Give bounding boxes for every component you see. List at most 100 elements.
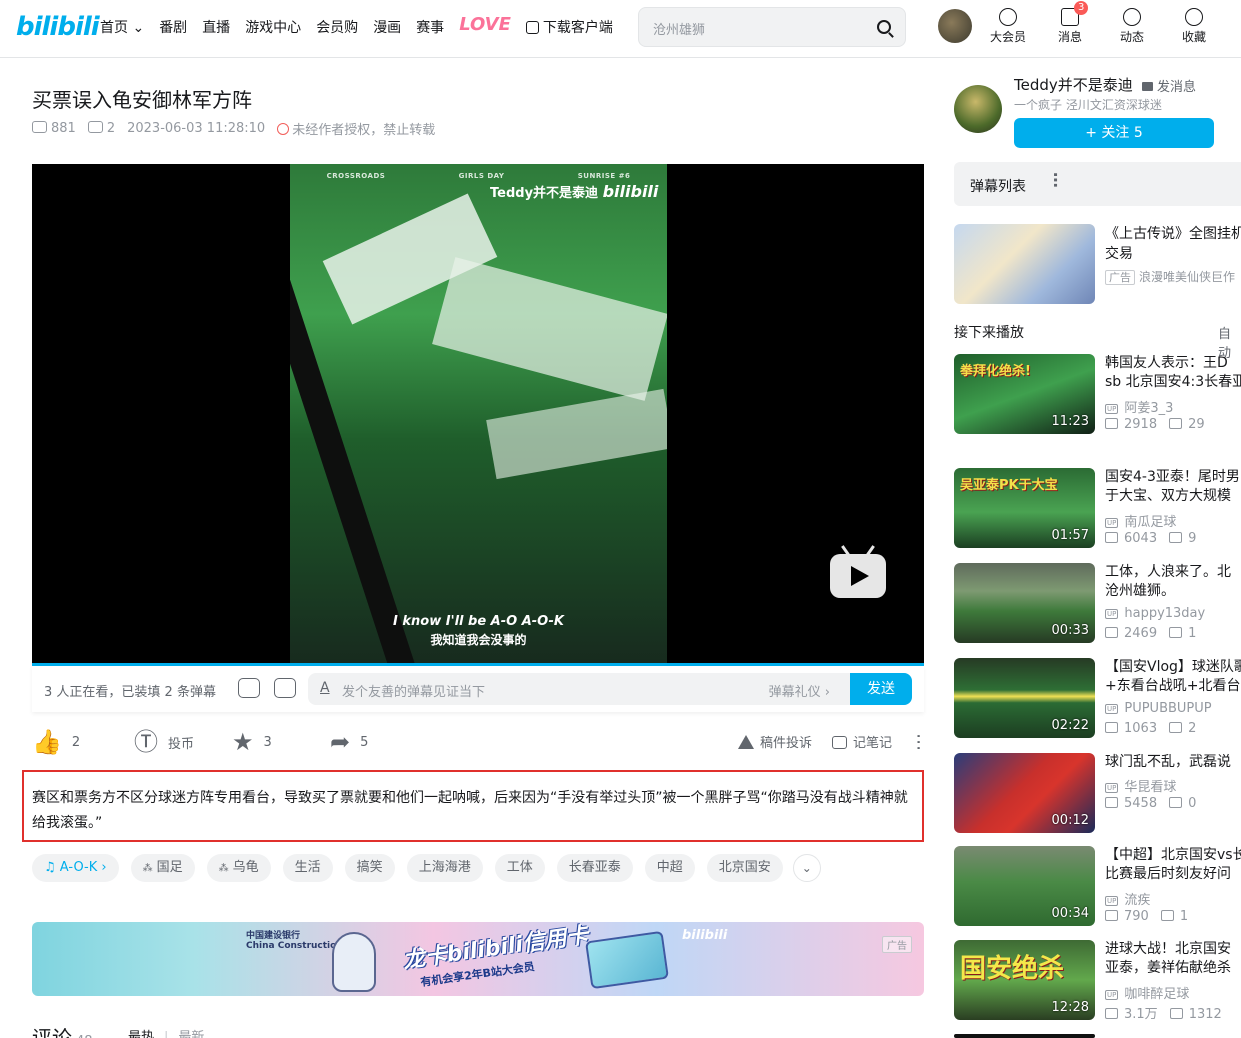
list-item[interactable]: 国安绝杀 12:28 进球大战！北京国安 亚泰，姜祥佑献绝杀 UP 咖啡醉足球 3.… (954, 940, 1241, 1022)
nav-live[interactable]: 直播 (202, 17, 230, 37)
uploader-name[interactable]: Teddy并不是泰迪 (1014, 74, 1133, 95)
danmaku-list-panel[interactable]: 弹幕列表 ⋯ (954, 162, 1241, 206)
header-message[interactable]: 3 消息 (1050, 1, 1090, 45)
list-item[interactable]: 拳拜化绝杀! 11:23 韩国友人表示：王D sb 北京国安4:3长春亚 UP 阿姜… (954, 354, 1241, 434)
tag-music[interactable]: ♫ A-O-K › (32, 854, 119, 882)
search-box[interactable]: 沧州雄狮 (638, 7, 906, 47)
header-favorite[interactable]: 收藏 (1174, 6, 1214, 45)
tag-item[interactable]: 长春亚泰 (556, 854, 633, 882)
like-button[interactable]: 👍 2 (32, 728, 80, 756)
up-name[interactable]: UP PUPUBBUPUP (1105, 701, 1212, 716)
header-right-menu: 大会员 3消息 动态 收藏 历史 (988, 1, 1241, 45)
video-stats: 790 1 (1105, 909, 1188, 924)
nav-match[interactable]: 赛事 (416, 17, 444, 37)
more-icon[interactable]: ⋯ (908, 733, 929, 751)
tag-item[interactable]: 中超 (644, 854, 695, 882)
play-count-icon (1105, 418, 1118, 429)
play-count-icon (1105, 1008, 1118, 1019)
danmaku-input-box[interactable]: A 发个友善的弹幕见证当下 弹幕礼仪 › 发送 (308, 673, 912, 705)
up-name[interactable]: UP 华昆看球 (1105, 776, 1176, 795)
topic-icon: ⁂ (142, 863, 153, 874)
danmaku-bar: 3 人正在看，已装填 2 条弹幕 A 发个友善的弹幕见证当下 弹幕礼仪 › 发送 (32, 666, 924, 712)
notes-button[interactable]: 记笔记 (831, 732, 892, 751)
list-item[interactable]: 02:22 【国安Vlog】球迷队歌 +东看台战吼+北看台 UP PUPUBBUP… (954, 658, 1241, 738)
favorite-button[interactable]: ★ 3 (232, 728, 272, 756)
search-icon[interactable] (877, 20, 891, 34)
up-name[interactable]: UP 流疾 (1105, 889, 1150, 908)
next-play-heading: 接下来播放 (954, 325, 1024, 341)
list-item[interactable]: 吴亚泰PK于大宝 01:57 国安4-3亚泰！尾时男 于大宝、双方大规模 UP 南瓜… (954, 468, 1241, 548)
play-count-icon (1105, 722, 1118, 733)
more-icon[interactable]: ⋯ (1046, 172, 1065, 188)
tag-item[interactable]: 搞笑 (344, 854, 395, 882)
nav-game-center[interactable]: 游戏中心 (245, 17, 301, 37)
danmaku-icon (1169, 797, 1183, 808)
video-thumbnail[interactable]: 国安绝杀 12:28 (954, 940, 1095, 1020)
nav-anime[interactable]: 番剧 (159, 17, 187, 37)
message-badge: 3 (1074, 1, 1089, 15)
up-icon: UP (1105, 896, 1119, 906)
play-icon[interactable] (830, 545, 886, 598)
danmaku-icon (1169, 532, 1183, 543)
send-message-link[interactable]: 发消息 (1142, 76, 1196, 95)
list-item[interactable]: 00:33 工体，人浪来了。北 沧州雄狮。 UP happy13day 2469 1 (954, 563, 1241, 643)
up-name[interactable]: UP 南瓜足球 (1105, 511, 1176, 530)
ad-label: 广告 (882, 936, 912, 953)
uploader-avatar[interactable] (954, 85, 1002, 133)
nav-download[interactable]: 下载客户端 (525, 17, 613, 37)
header-history[interactable]: 历史 (1236, 6, 1241, 45)
follow-button[interactable]: + 关注 5 (1014, 118, 1214, 148)
tag-item[interactable]: ⁂ 国足 (130, 854, 195, 882)
ad-title[interactable]: 《上古传说》全图挂机 交易 (1105, 224, 1241, 264)
video-thumbnail[interactable]: 00:34 (954, 846, 1095, 926)
tab-hot[interactable]: 最热 (128, 1030, 154, 1038)
up-name[interactable]: UP 咖啡醉足球 (1105, 983, 1189, 1002)
tag-item[interactable]: 北京国安 (706, 854, 783, 882)
danmaku-style-icon[interactable]: A (320, 680, 330, 696)
video-thumbnail[interactable]: 00:33 (954, 563, 1095, 643)
list-item[interactable] (954, 1034, 1241, 1038)
danmaku-toggle-icon[interactable] (238, 678, 260, 698)
danmaku-settings-icon[interactable] (274, 678, 296, 698)
header-dynamic[interactable]: 动态 (1112, 6, 1152, 45)
video-thumbnail[interactable] (954, 1034, 1095, 1038)
user-avatar[interactable] (938, 9, 972, 43)
tab-new[interactable]: 最新 (178, 1030, 204, 1038)
up-icon: UP (1105, 704, 1119, 714)
list-item[interactable]: 00:12 球门乱不乱，武磊说 UP 华昆看球 5458 0 (954, 753, 1241, 833)
list-item[interactable]: 00:34 【中超】北京国安vs长 比赛最后时刻友好问 UP 流疾 790 1 (954, 846, 1241, 926)
up-name[interactable]: UP happy13day (1105, 606, 1205, 621)
video-stats: 6043 9 (1105, 531, 1196, 546)
search-input[interactable]: 沧州雄狮 (653, 19, 705, 38)
coin-button[interactable]: Ⓣ 投币 (134, 728, 194, 756)
danmaku-etiquette-link[interactable]: 弹幕礼仪 › (769, 681, 830, 700)
bilibili-logo[interactable]: bilibili (16, 12, 100, 42)
tag-item[interactable]: 上海海港 (406, 854, 483, 882)
video-meta: 881 2 2023-06-03 11:28:10 未经作者授权，禁止转载 (32, 119, 435, 138)
chevron-down-icon[interactable]: ⌄ (792, 854, 821, 882)
report-button[interactable]: 稿件投诉 (737, 732, 812, 751)
up-name[interactable]: UP 阿姜3_3 (1105, 397, 1173, 416)
play-count-icon (1105, 532, 1118, 543)
video-player[interactable]: CROSSROADS GIRLS DAY SUNRISE #6 Teddy并不是… (32, 164, 924, 665)
nav-love[interactable]: LOVE (459, 14, 511, 37)
view-count: 881 (32, 121, 76, 136)
video-thumbnail[interactable]: 00:12 (954, 753, 1095, 833)
tag-item[interactable]: 生活 (282, 854, 333, 882)
send-danmaku-button[interactable]: 发送 (850, 673, 912, 705)
nav-manga[interactable]: 漫画 (373, 17, 401, 37)
video-stats: 2918 29 (1105, 417, 1205, 432)
video-thumbnail[interactable]: 拳拜化绝杀! 11:23 (954, 354, 1095, 434)
video-thumbnail[interactable]: 02:22 (954, 658, 1095, 738)
credit-card-image (585, 930, 669, 990)
share-button[interactable]: ➦ 5 (330, 728, 368, 756)
nav-home[interactable]: 首页 ⌄ (100, 17, 144, 37)
video-thumbnail[interactable]: 吴亚泰PK于大宝 01:57 (954, 468, 1095, 548)
header-vip[interactable]: 大会员 (988, 6, 1028, 45)
ad-banner[interactable]: 中国建设银行 China Construction Bank 龙卡bilibili… (32, 922, 924, 996)
danmaku-input[interactable]: 发个友善的弹幕见证当下 (342, 681, 485, 700)
tag-item[interactable]: 工体 (494, 854, 545, 882)
tag-item[interactable]: ⁂ 乌龟 (206, 854, 271, 882)
nav-mall[interactable]: 会员购 (316, 17, 358, 37)
ad-thumbnail[interactable] (954, 224, 1095, 304)
